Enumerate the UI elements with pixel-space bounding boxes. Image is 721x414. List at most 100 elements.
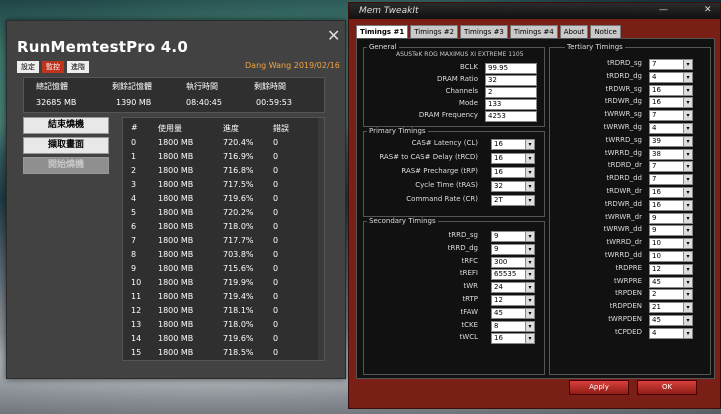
trdrd-dr-select[interactable]: 7 ▾ bbox=[649, 161, 693, 173]
timings-panel: General ASUSTeK ROG MAXIMUS XI EXTREME 1… bbox=[356, 38, 715, 379]
trdrd-dd-select[interactable]: 7 ▾ bbox=[649, 174, 693, 186]
thread-progress: 719.9% bbox=[223, 278, 254, 287]
action-buttons: 結束燒機 擷取畫面 開始燒機 bbox=[23, 117, 115, 177]
menu-settings[interactable]: 設定 bbox=[17, 61, 39, 73]
secondary-group-label: Secondary Timings bbox=[367, 217, 438, 225]
thread-index: 9 bbox=[131, 264, 137, 273]
twrrd-sg-select[interactable]: 39 ▾ bbox=[649, 135, 693, 147]
twrwr-dd-select[interactable]: 9 ▾ bbox=[649, 225, 693, 237]
thread-usage: 1800 MB bbox=[158, 138, 194, 147]
thread-progress: 703.8% bbox=[223, 250, 254, 259]
tcpded-select[interactable]: 4 ▾ bbox=[649, 327, 693, 339]
twrrd-dd-select[interactable]: 10 ▾ bbox=[649, 251, 693, 262]
chevron-down-icon: ▾ bbox=[683, 149, 692, 159]
tab-timings-4[interactable]: Timings #4 bbox=[509, 25, 558, 39]
thread-index: 1 bbox=[131, 152, 137, 161]
thread-index: 14 bbox=[131, 334, 142, 343]
tab-timings-3[interactable]: Timings #3 bbox=[460, 25, 508, 39]
twrwr-dg-select[interactable]: 4 ▾ bbox=[649, 123, 693, 134]
trdrd-dg-select[interactable]: 4 ▾ bbox=[649, 71, 693, 83]
tab-timings-1[interactable]: Timings #1 bbox=[356, 25, 409, 39]
trdwr-dd-select[interactable]: 16 ▾ bbox=[649, 199, 693, 211]
trdrd-sg-select[interactable]: 7 ▾ bbox=[649, 59, 693, 70]
thread-progress: 718.5% bbox=[223, 348, 254, 357]
trdpden-label: tRDPDEN bbox=[609, 302, 642, 311]
trdwr-dg-select[interactable]: 16 ▾ bbox=[649, 97, 693, 109]
trrd-sg-text: 9 bbox=[494, 232, 499, 240]
trdrd-dr-text: 7 bbox=[652, 162, 657, 171]
thread-progress: 719.6% bbox=[223, 334, 254, 343]
twrwr-sg-select[interactable]: 7 ▾ bbox=[649, 110, 693, 122]
chevron-down-icon: ▾ bbox=[683, 277, 692, 287]
channels-text: 2 bbox=[488, 88, 493, 96]
twrpre-select[interactable]: 45 ▾ bbox=[649, 276, 693, 288]
thread-errors: 0 bbox=[273, 222, 279, 231]
menu-monitor[interactable]: 監控 bbox=[42, 61, 64, 73]
chevron-down-icon: ▾ bbox=[683, 213, 692, 223]
thread-row: 2 1800 MB 716.8% 0 bbox=[123, 164, 324, 178]
close-icon[interactable]: ✕ bbox=[704, 5, 712, 15]
thread-row: 14 1800 MB 719.6% 0 bbox=[123, 332, 324, 346]
twrrd-dd-text: 10 bbox=[652, 252, 661, 260]
mode-text: 133 bbox=[488, 100, 502, 108]
board-info: ASUSTeK ROG MAXIMUS XI EXTREME 1105 bbox=[396, 51, 524, 58]
trdrd-dd-label: tRDRD_dd bbox=[606, 174, 642, 183]
trdwr-dr-text: 16 bbox=[652, 188, 661, 196]
twrwr-dr-label: tWRWR_dr bbox=[605, 212, 642, 221]
chevron-down-icon: ▾ bbox=[683, 124, 692, 133]
dram-ratio-label: DRAM Ratio bbox=[437, 75, 478, 83]
tfaw-label: tFAW bbox=[460, 307, 478, 316]
ok-button[interactable]: OK bbox=[637, 380, 697, 395]
cycle-time-tras-label: Cycle Time (tRAS) bbox=[415, 181, 478, 189]
free-memory: 1390 MB bbox=[116, 98, 152, 107]
thread-progress: 717.7% bbox=[223, 236, 254, 245]
start-burnin-button: 開始燒機 bbox=[23, 157, 109, 174]
twrrd-dd-label: tWRRD_dd bbox=[604, 251, 642, 259]
twrwr-dr-select[interactable]: 9 ▾ bbox=[649, 212, 693, 224]
thread-progress: 716.8% bbox=[223, 166, 254, 175]
ras-to-cas-delay-trcd-label: RAS# to CAS# Delay (tRCD) bbox=[379, 153, 478, 161]
tab-notice[interactable]: Notice bbox=[590, 25, 621, 39]
thread-index: 0 bbox=[131, 138, 137, 147]
runmemtest-menu: 設定 監控 進階 bbox=[17, 61, 89, 73]
twrrd-dg-select[interactable]: 38 ▾ bbox=[649, 148, 693, 160]
trdpden-select[interactable]: 21 ▾ bbox=[649, 302, 693, 314]
trdwr-sg-select[interactable]: 16 ▾ bbox=[649, 84, 693, 96]
chevron-down-icon: ▾ bbox=[683, 252, 692, 261]
stop-burnin-button[interactable]: 結束燒機 bbox=[23, 117, 109, 134]
thread-progress: 719.6% bbox=[223, 194, 254, 203]
apply-button[interactable]: Apply bbox=[569, 380, 629, 395]
trdrd-dr-label: tRDRD_dr bbox=[607, 161, 642, 170]
trdwr-dr-select[interactable]: 16 ▾ bbox=[649, 187, 693, 198]
twrpden-select[interactable]: 45 ▾ bbox=[649, 315, 693, 326]
trpden-select[interactable]: 2 ▾ bbox=[649, 289, 693, 301]
thread-usage: 1800 MB bbox=[158, 320, 194, 329]
twrwr-dg-label: tWRWR_dg bbox=[603, 123, 642, 131]
memtweakit-title: Mem TweakIt bbox=[359, 6, 419, 16]
summary-header: 剩餘時間 bbox=[254, 82, 286, 91]
chevron-down-icon: ▾ bbox=[683, 175, 692, 185]
chevron-down-icon: ▾ bbox=[683, 136, 692, 146]
thread-usage: 1800 MB bbox=[158, 348, 194, 357]
capture-screen-button[interactable]: 擷取畫面 bbox=[23, 137, 109, 154]
thread-index: 15 bbox=[131, 348, 142, 357]
thread-progress: 718.0% bbox=[223, 222, 254, 231]
minimize-icon[interactable]: — bbox=[659, 5, 668, 15]
twrwr-dd-text: 9 bbox=[652, 226, 657, 235]
chevron-down-icon: ▾ bbox=[683, 111, 692, 121]
tab-about[interactable]: About bbox=[559, 25, 589, 39]
trdpre-select[interactable]: 12 ▾ bbox=[649, 263, 693, 275]
tab-timings-2[interactable]: Timings #2 bbox=[410, 25, 459, 39]
twrrd-dr-select[interactable]: 10 ▾ bbox=[649, 238, 693, 250]
chevron-down-icon: ▾ bbox=[683, 328, 692, 338]
thread-usage: 1800 MB bbox=[158, 264, 194, 273]
close-icon[interactable]: ✕ bbox=[327, 26, 340, 45]
summary-header: 執行時間 bbox=[186, 82, 218, 91]
cas-latency-cl-label: CAS# Latency (CL) bbox=[411, 139, 478, 147]
twrpden-label: tWRPDEN bbox=[608, 315, 642, 323]
twrwr-sg-text: 7 bbox=[652, 111, 657, 120]
thread-usage: 1800 MB bbox=[158, 292, 194, 301]
tertiary-group-label: Tertiary Timings bbox=[565, 43, 625, 51]
trdwr-dr-label: tRDWR_dr bbox=[606, 187, 642, 195]
menu-advanced[interactable]: 進階 bbox=[67, 61, 89, 73]
